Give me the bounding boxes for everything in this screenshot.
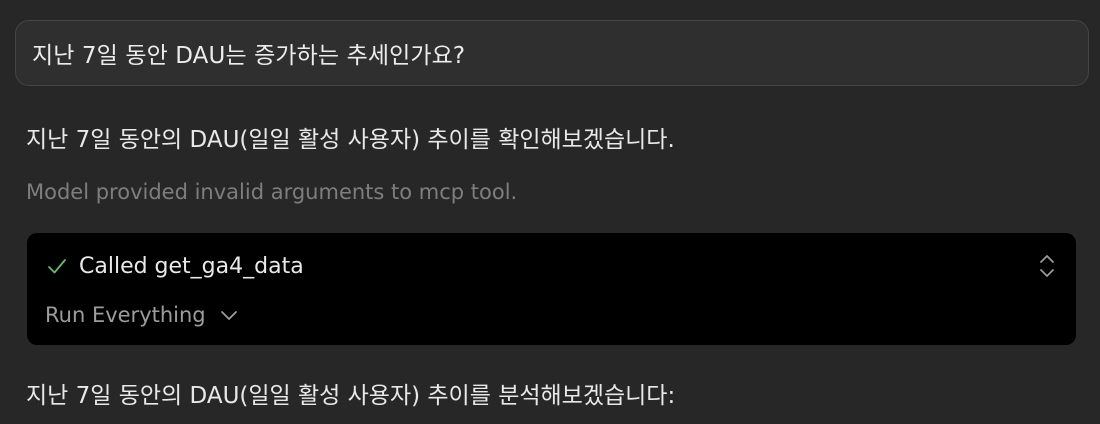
user-message-bubble: 지난 7일 동안 DAU는 증가하는 추세인가요?: [15, 20, 1089, 86]
user-message-text: 지난 7일 동안 DAU는 증가하는 추세인가요?: [32, 43, 466, 69]
tool-call-header[interactable]: Called get_ga4_data: [47, 251, 304, 281]
check-icon: [48, 259, 66, 274]
chevron-up-down-icon[interactable]: [1038, 253, 1056, 279]
chat-transcript: 지난 7일 동안 DAU는 증가하는 추세인가요? 지난 7일 동안의 DAU(…: [0, 0, 1100, 424]
run-everything-label: Run Everything: [45, 303, 206, 327]
run-everything-button[interactable]: Run Everything: [45, 303, 238, 327]
tool-error-note: Model provided invalid arguments to mcp …: [26, 180, 518, 204]
assistant-intro-text: 지난 7일 동안의 DAU(일일 활성 사용자) 추이를 확인해보겠습니다.: [26, 127, 675, 153]
assistant-followup-text: 지난 7일 동안의 DAU(일일 활성 사용자) 추이를 분석해보겠습니다:: [26, 383, 676, 409]
tool-call-card[interactable]: Called get_ga4_data Run Everything: [27, 233, 1076, 345]
chevron-down-icon: [220, 311, 237, 320]
tool-call-title: Called get_ga4_data: [79, 253, 304, 279]
